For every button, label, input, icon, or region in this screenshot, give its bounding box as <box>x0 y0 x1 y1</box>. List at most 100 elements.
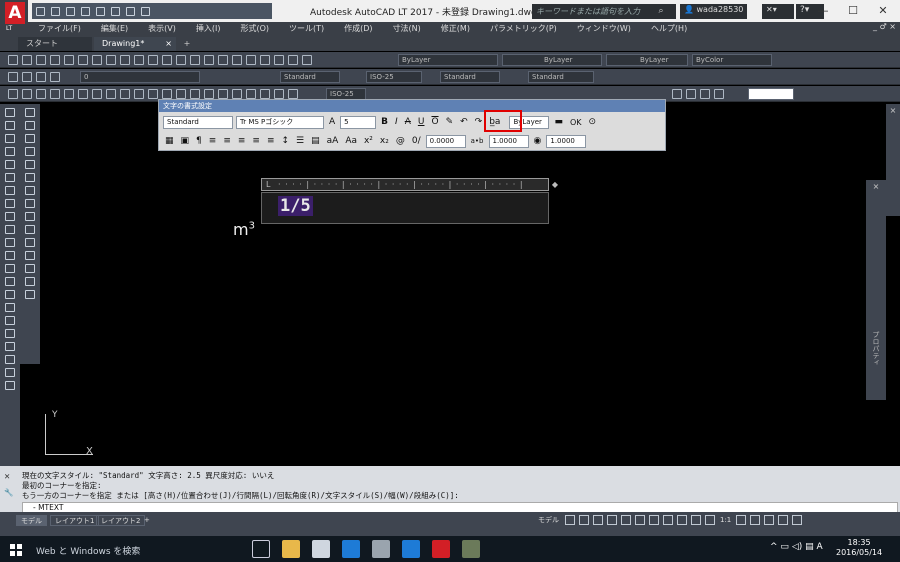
media-icon[interactable] <box>372 540 390 558</box>
numbering-icon[interactable]: ☰ <box>294 136 306 146</box>
properties-palette-label[interactable]: プロパティ <box>871 331 881 366</box>
text-icon[interactable] <box>5 329 15 338</box>
paste-icon[interactable] <box>106 55 116 65</box>
hatch-icon[interactable] <box>25 199 35 208</box>
circle-icon[interactable] <box>92 89 102 99</box>
tab-close-icon[interactable]: × <box>165 37 172 51</box>
osnap-icon[interactable] <box>649 515 659 525</box>
copy-icon[interactable] <box>92 55 102 65</box>
drawing-window-controls[interactable]: _ ♂ × <box>873 22 896 31</box>
menu-draw[interactable]: 作成(D) <box>334 22 382 36</box>
strikethrough-button[interactable]: A <box>403 117 413 127</box>
tab-model[interactable]: モデル <box>16 515 47 526</box>
zoom-icon[interactable] <box>176 55 186 65</box>
ruler-toggle-icon[interactable]: ▬ <box>552 117 565 127</box>
radius-icon[interactable] <box>190 89 200 99</box>
task-view-icon[interactable] <box>252 540 270 558</box>
align-center-icon[interactable]: ≡ <box>221 136 233 146</box>
properties-icon[interactable] <box>218 55 228 65</box>
hatch-icon[interactable] <box>5 355 15 364</box>
erase-icon[interactable] <box>5 316 15 325</box>
new-icon[interactable] <box>36 6 45 16</box>
text-height-input[interactable]: 5 <box>340 115 377 129</box>
redo-icon[interactable] <box>148 55 158 65</box>
text-style-select[interactable]: Standard <box>163 115 233 129</box>
menu-parametric[interactable]: パラメトリック(P) <box>480 22 567 36</box>
internet-explorer-icon[interactable] <box>402 540 420 558</box>
menu-view[interactable]: 表示(V) <box>138 22 186 36</box>
app-taskbar-icon[interactable] <box>462 540 480 558</box>
autocad-taskbar-icon[interactable] <box>432 540 450 558</box>
new-icon[interactable] <box>8 55 18 65</box>
underline-button[interactable]: U <box>416 117 427 127</box>
close-button[interactable]: ✕ <box>868 2 898 20</box>
angular-icon[interactable] <box>218 89 228 99</box>
plotstyle-dropdown[interactable]: ByColor <box>692 54 772 66</box>
save-icon[interactable] <box>66 6 75 16</box>
block-icon[interactable] <box>5 368 15 377</box>
windows-start-icon[interactable] <box>10 544 22 556</box>
new-tab-button[interactable]: + <box>180 37 194 51</box>
zoom-window-icon[interactable] <box>190 55 200 65</box>
markup-icon[interactable] <box>274 55 284 65</box>
save-as-icon[interactable] <box>81 6 90 16</box>
uppercase-icon[interactable]: aA <box>325 136 341 146</box>
print-icon[interactable] <box>50 55 60 65</box>
tab-start[interactable]: スタート <box>18 37 92 51</box>
tracking-input[interactable]: 1.0000 <box>488 134 529 148</box>
text-style-dropdown[interactable]: Standard <box>280 71 340 83</box>
line-spacing-icon[interactable]: ↕ <box>280 136 292 146</box>
save-icon[interactable] <box>36 55 46 65</box>
revcloud-icon[interactable] <box>25 290 35 299</box>
insert-field-icon[interactable]: ▤ <box>309 136 322 146</box>
paragraph-icon[interactable]: ¶ <box>194 136 204 146</box>
zoom-previous-icon[interactable] <box>204 55 214 65</box>
lock-icon[interactable] <box>50 72 60 82</box>
oblique-angle-input[interactable]: 0.0000 <box>425 134 466 148</box>
application-menu-button[interactable]: A LT <box>0 0 28 36</box>
explode-icon[interactable] <box>5 303 15 312</box>
options-icon[interactable]: ⊙ <box>587 117 599 127</box>
block-icon[interactable] <box>25 264 35 273</box>
extend-icon[interactable] <box>5 238 15 247</box>
quick-dim-icon[interactable] <box>232 89 242 99</box>
model-space-button[interactable]: モデル <box>538 515 559 525</box>
transparency-icon[interactable] <box>677 515 687 525</box>
linetype-dropdown[interactable]: ByLayer <box>502 54 602 66</box>
multileader-style-dropdown[interactable]: Standard <box>528 71 594 83</box>
command-close-icon[interactable]: ✕ <box>4 472 10 481</box>
superscript-icon[interactable]: x² <box>362 136 375 146</box>
open-icon[interactable] <box>22 55 32 65</box>
construction-line-icon[interactable] <box>22 89 32 99</box>
menu-tools[interactable]: ツール(T) <box>279 22 334 36</box>
overline-button[interactable]: O <box>429 117 440 127</box>
add-layout-button[interactable]: + <box>140 515 154 526</box>
redo-icon[interactable]: ↷ <box>473 117 485 127</box>
view-top-icon[interactable] <box>672 89 682 99</box>
tray-chevron-icon[interactable]: ^ <box>770 542 778 552</box>
arc-icon[interactable] <box>25 134 35 143</box>
rectangle-icon[interactable] <box>25 147 35 156</box>
lineweight-icon[interactable] <box>663 515 673 525</box>
menu-window[interactable]: ウィンドウ(W) <box>567 22 641 36</box>
snap-icon[interactable] <box>579 515 589 525</box>
layer-properties-icon[interactable] <box>8 72 18 82</box>
annotation-visibility-icon[interactable] <box>691 515 701 525</box>
mtext-icon[interactable] <box>25 251 35 260</box>
text-format-title[interactable]: 文字の書式設定 <box>159 100 665 112</box>
font-select[interactable]: Tr MS Pゴシック <box>236 115 324 129</box>
offset-icon[interactable] <box>5 160 15 169</box>
ok-button[interactable]: OK <box>568 118 584 127</box>
columns-icon[interactable]: ▦ <box>163 136 176 146</box>
center-mark-icon[interactable] <box>288 89 298 99</box>
view-side-icon[interactable] <box>700 89 710 99</box>
binoculars-icon[interactable]: ⌕ <box>646 4 676 19</box>
width-factor-input[interactable]: 1.0000 <box>546 134 587 148</box>
open-icon[interactable] <box>51 6 60 16</box>
polyline-icon[interactable] <box>36 89 46 99</box>
wipeout-icon[interactable] <box>25 277 35 286</box>
arc-length-icon[interactable] <box>162 89 172 99</box>
ime-indicator[interactable]: A <box>817 542 823 552</box>
mtext-selected-text[interactable]: 1/5 <box>278 196 313 216</box>
menu-file[interactable]: ファイル(F) <box>28 22 91 36</box>
